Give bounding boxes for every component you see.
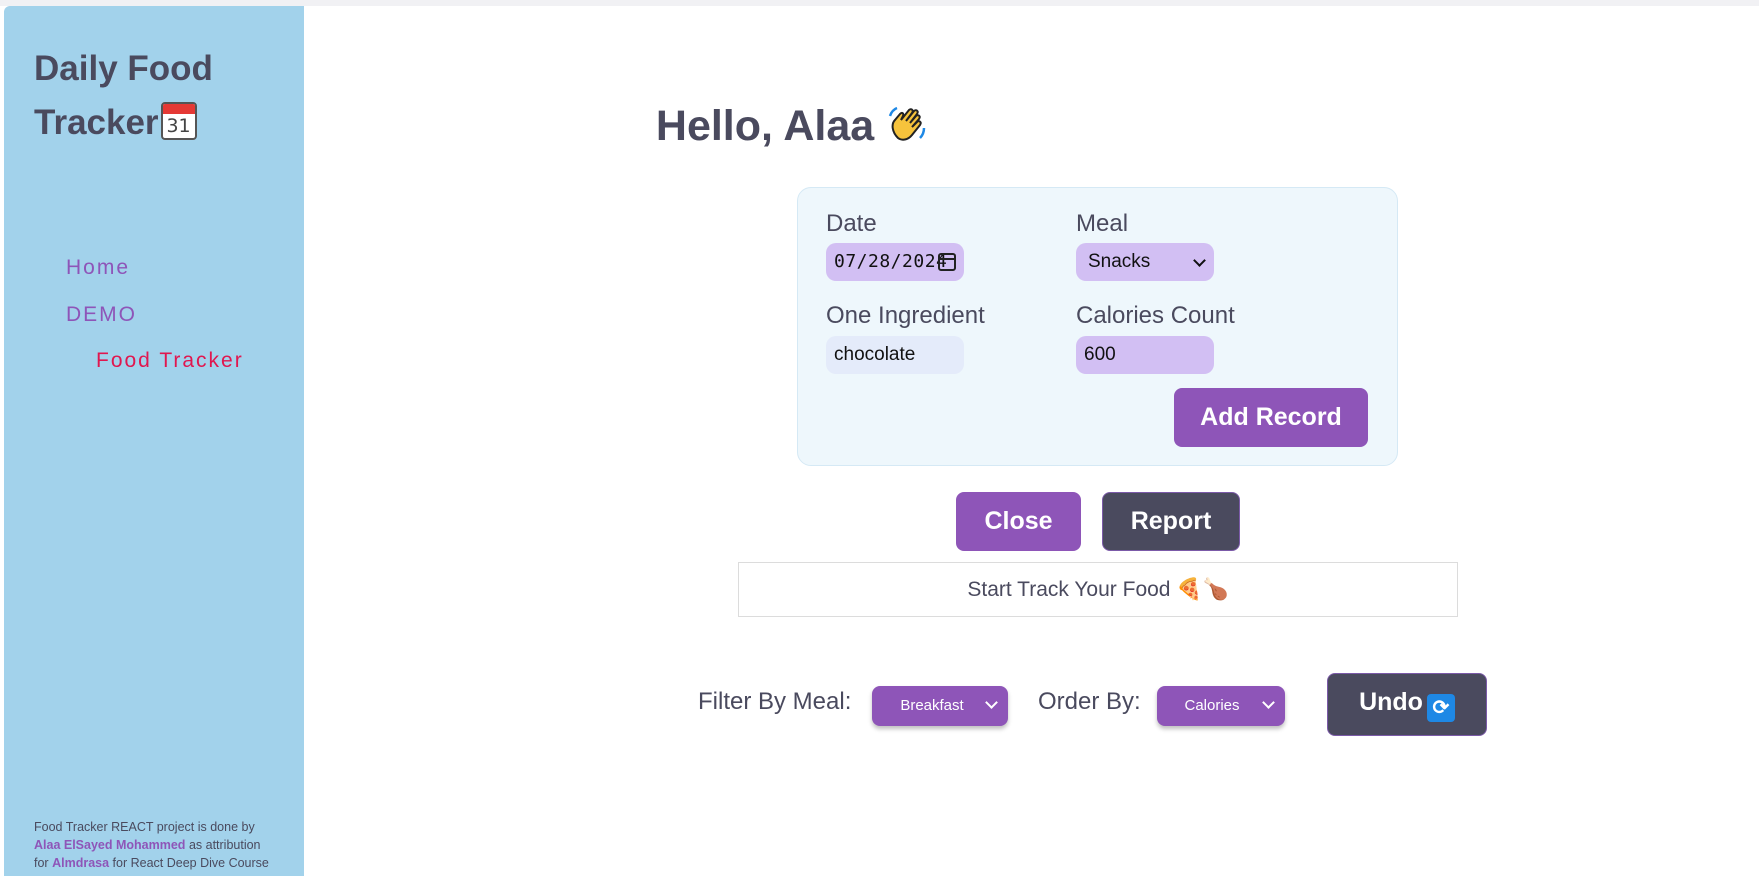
repeat-icon: ⟳ [1426,693,1455,722]
calories-label: Calories Count [1076,302,1235,329]
meal-select[interactable]: Snacks [1076,243,1214,281]
greeting-heading: Hello, Alaa [0,102,1586,151]
nav-food-tracker[interactable]: Food Tracker [96,349,244,373]
waving-hand-icon [888,106,926,141]
date-input[interactable]: 07/28/2024 [826,243,964,281]
undo-button[interactable]: Undo ⟳ [1327,673,1487,736]
attribution-footer: Food Tracker REACT project is done by Al… [34,820,269,870]
order-by-select[interactable]: Calories [1157,686,1285,726]
order-by-label: Order By: [1038,688,1141,715]
filter-meal-select[interactable]: Breakfast [872,686,1008,726]
org-link[interactable]: Almdrasa [52,856,109,870]
filter-by-meal-label: Filter By Meal: [698,688,852,715]
close-button[interactable]: Close [956,492,1081,551]
meal-label: Meal [1076,210,1129,237]
chevron-down-icon [1193,254,1206,267]
empty-tracker-message: Start Track Your Food 🍕🍗 [738,562,1458,617]
add-record-form: Date 07/28/2024 Meal Snacks One Ingredie… [797,187,1398,466]
ingredient-input[interactable]: chocolate [826,336,964,374]
calendar-picker-icon[interactable] [938,253,956,271]
add-record-button[interactable]: Add Record [1174,388,1368,447]
food-emoji-icons: 🍕🍗 [1176,577,1229,601]
calories-input[interactable]: 600 [1076,336,1214,374]
nav-home[interactable]: Home [66,256,130,280]
ingredient-label: One Ingredient [826,302,985,329]
app-title-line1: Daily Food [34,49,213,88]
date-label: Date [826,210,877,237]
author-link[interactable]: Alaa ElSayed Mohammed [34,838,185,852]
report-button[interactable]: Report [1102,492,1240,551]
nav-demo[interactable]: DEMO [66,303,137,327]
